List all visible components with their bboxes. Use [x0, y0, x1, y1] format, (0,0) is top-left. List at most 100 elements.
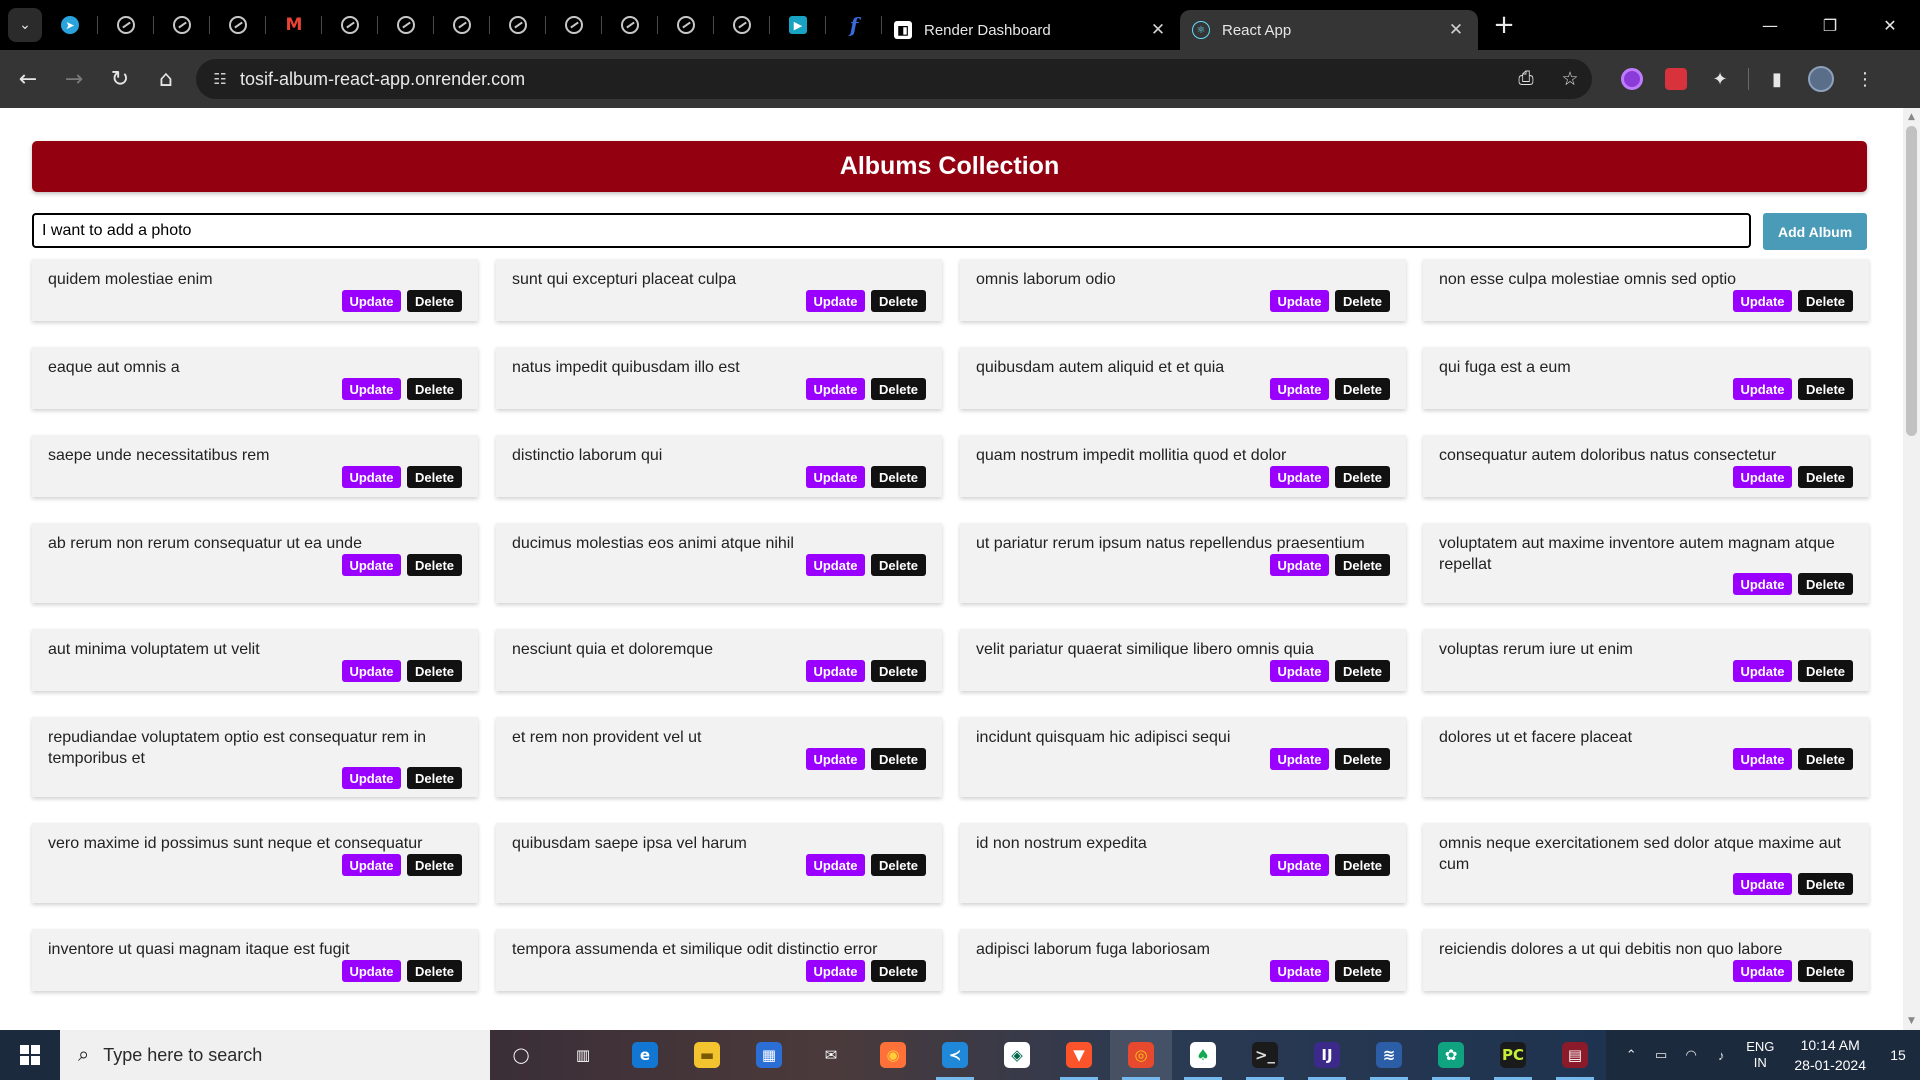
pinned-tab[interactable] [98, 0, 154, 50]
pinned-tab[interactable]: f [826, 0, 882, 50]
taskbar-app[interactable]: ▬ [676, 1030, 738, 1080]
taskbar-app[interactable]: ▼ [1048, 1030, 1110, 1080]
delete-button[interactable]: Delete [1798, 378, 1853, 400]
pinned-tab[interactable] [602, 0, 658, 50]
update-button[interactable]: Update [1270, 660, 1329, 682]
clock[interactable]: 10:14 AM 28-01-2024 [1794, 1035, 1866, 1075]
bookmark-star-icon[interactable]: ☆ [1548, 68, 1592, 91]
delete-button[interactable]: Delete [1798, 748, 1853, 770]
site-info-icon[interactable]: ☷ [200, 70, 240, 88]
delete-button[interactable]: Delete [1798, 290, 1853, 312]
scroll-up-arrow[interactable]: ▲ [1903, 110, 1920, 124]
extension-red-icon[interactable] [1654, 57, 1698, 101]
delete-button[interactable]: Delete [1798, 573, 1853, 595]
extensions-puzzle-icon[interactable]: ✦ [1698, 57, 1742, 101]
pinned-tab[interactable]: ➤ [42, 0, 98, 50]
update-button[interactable]: Update [806, 466, 865, 488]
page-scrollbar[interactable]: ▲ ▼ [1903, 108, 1920, 1030]
taskbar-app[interactable]: ▤ [1544, 1030, 1606, 1080]
delete-button[interactable]: Delete [1798, 960, 1853, 982]
update-button[interactable]: Update [806, 554, 865, 576]
menu-kebab-icon[interactable]: ⋮ [1843, 57, 1887, 101]
taskbar-app[interactable]: ◉ [862, 1030, 924, 1080]
delete-button[interactable]: Delete [407, 767, 462, 789]
taskbar-app[interactable]: ◎ [1110, 1030, 1172, 1080]
taskbar-app[interactable]: ▦ [738, 1030, 800, 1080]
update-button[interactable]: Update [806, 378, 865, 400]
taskbar-app[interactable]: PC [1482, 1030, 1544, 1080]
taskbar-app[interactable]: ✉ [800, 1030, 862, 1080]
delete-button[interactable]: Delete [871, 960, 926, 982]
update-button[interactable]: Update [1733, 466, 1792, 488]
taskbar-app[interactable]: ✿ [1420, 1030, 1482, 1080]
update-button[interactable]: Update [1733, 748, 1792, 770]
pinned-tab[interactable] [546, 0, 602, 50]
update-button[interactable]: Update [806, 660, 865, 682]
delete-button[interactable]: Delete [1798, 660, 1853, 682]
update-button[interactable]: Update [342, 854, 401, 876]
update-button[interactable]: Update [1733, 573, 1792, 595]
taskbar-app[interactable]: ♠ [1172, 1030, 1234, 1080]
tab-react-app[interactable]: ⚛ React App ✕ [1180, 10, 1478, 50]
restore-button[interactable]: ❐ [1800, 0, 1860, 50]
tab-render-dashboard[interactable]: ◧ Render Dashboard ✕ [882, 10, 1180, 50]
taskbar-app[interactable]: ≋ [1358, 1030, 1420, 1080]
url-text[interactable]: tosif-album-react-app.onrender.com [240, 69, 1504, 90]
delete-button[interactable]: Delete [871, 378, 926, 400]
update-button[interactable]: Update [342, 660, 401, 682]
delete-button[interactable]: Delete [407, 290, 462, 312]
delete-button[interactable]: Delete [871, 854, 926, 876]
reload-button[interactable]: ↻ [98, 57, 142, 101]
add-album-button[interactable]: Add Album [1763, 213, 1867, 250]
update-button[interactable]: Update [1270, 854, 1329, 876]
delete-button[interactable]: Delete [871, 660, 926, 682]
close-window-button[interactable]: ✕ [1860, 0, 1920, 50]
forward-button[interactable]: → [52, 57, 96, 101]
taskbar-app[interactable]: ▥ [552, 1030, 614, 1080]
delete-button[interactable]: Delete [871, 748, 926, 770]
taskbar-app[interactable]: ◈ [986, 1030, 1048, 1080]
home-button[interactable]: ⌂ [144, 57, 188, 101]
extension-purple-icon[interactable] [1610, 57, 1654, 101]
pinned-tab[interactable] [210, 0, 266, 50]
delete-button[interactable]: Delete [407, 554, 462, 576]
start-button[interactable] [0, 1030, 60, 1080]
delete-button[interactable]: Delete [1335, 660, 1390, 682]
update-button[interactable]: Update [1733, 960, 1792, 982]
delete-button[interactable]: Delete [407, 660, 462, 682]
delete-button[interactable]: Delete [1335, 854, 1390, 876]
update-button[interactable]: Update [342, 554, 401, 576]
delete-button[interactable]: Delete [1335, 466, 1390, 488]
scrollbar-thumb[interactable] [1906, 126, 1917, 436]
update-button[interactable]: Update [806, 960, 865, 982]
update-button[interactable]: Update [1270, 960, 1329, 982]
side-panel-icon[interactable]: ▮ [1755, 57, 1799, 101]
notification-center-button[interactable]: 15 [1876, 1030, 1920, 1080]
pinned-tab[interactable] [154, 0, 210, 50]
delete-button[interactable]: Delete [1335, 748, 1390, 770]
chevron-up-icon[interactable]: ⌃ [1619, 1047, 1643, 1063]
pinned-tab[interactable] [658, 0, 714, 50]
close-icon[interactable]: ✕ [1148, 20, 1168, 40]
delete-button[interactable]: Delete [1798, 873, 1853, 895]
pinned-tab[interactable] [322, 0, 378, 50]
update-button[interactable]: Update [342, 290, 401, 312]
language-indicator[interactable]: ENG IN [1746, 1039, 1774, 1071]
update-button[interactable]: Update [342, 960, 401, 982]
delete-button[interactable]: Delete [871, 290, 926, 312]
update-button[interactable]: Update [342, 767, 401, 789]
delete-button[interactable]: Delete [407, 378, 462, 400]
wifi-icon[interactable]: ◠ [1679, 1047, 1703, 1063]
delete-button[interactable]: Delete [1335, 378, 1390, 400]
address-bar[interactable]: ☷ tosif-album-react-app.onrender.com ⎙ ☆ [196, 59, 1592, 99]
update-button[interactable]: Update [1270, 748, 1329, 770]
delete-button[interactable]: Delete [1798, 466, 1853, 488]
delete-button[interactable]: Delete [871, 554, 926, 576]
taskbar-app[interactable]: ◯ [490, 1030, 552, 1080]
update-button[interactable]: Update [1270, 554, 1329, 576]
update-button[interactable]: Update [1733, 873, 1792, 895]
pinned-tab[interactable] [434, 0, 490, 50]
update-button[interactable]: Update [1733, 660, 1792, 682]
taskbar-app[interactable]: e [614, 1030, 676, 1080]
new-tab-button[interactable]: + [1484, 5, 1524, 45]
